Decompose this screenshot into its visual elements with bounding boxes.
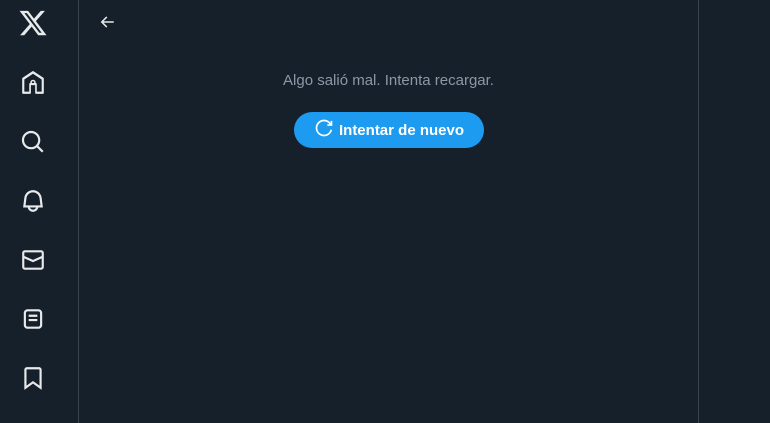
bell-icon [20, 188, 46, 219]
main-column: Algo salió mal. Intenta recargar. Intent… [79, 0, 699, 423]
sidebar-item-home[interactable] [10, 62, 56, 108]
x-logo-icon [18, 8, 48, 43]
search-icon [20, 129, 46, 160]
bookmark-icon [20, 365, 46, 396]
retry-button[interactable]: Intentar de nuevo [294, 112, 484, 148]
sidebar-item-notifications[interactable] [10, 180, 56, 226]
home-icon [20, 70, 46, 101]
x-logo-link[interactable] [10, 2, 56, 48]
arrow-left-icon [98, 13, 116, 36]
lists-icon [20, 306, 46, 337]
sidebar-item-bookmarks[interactable] [10, 357, 56, 403]
app-window: Algo salió mal. Intenta recargar. Intent… [0, 0, 770, 423]
refresh-icon [314, 118, 334, 142]
right-column [699, 0, 770, 423]
retry-button-label: Intentar de nuevo [338, 121, 465, 139]
error-message: Algo salió mal. Intenta recargar. [283, 72, 494, 89]
back-button[interactable] [91, 8, 123, 40]
sidebar-item-explore[interactable] [10, 121, 56, 167]
sidebar [0, 0, 79, 423]
sidebar-item-lists[interactable] [10, 298, 56, 344]
sidebar-item-messages[interactable] [10, 239, 56, 285]
mail-icon [20, 247, 46, 278]
